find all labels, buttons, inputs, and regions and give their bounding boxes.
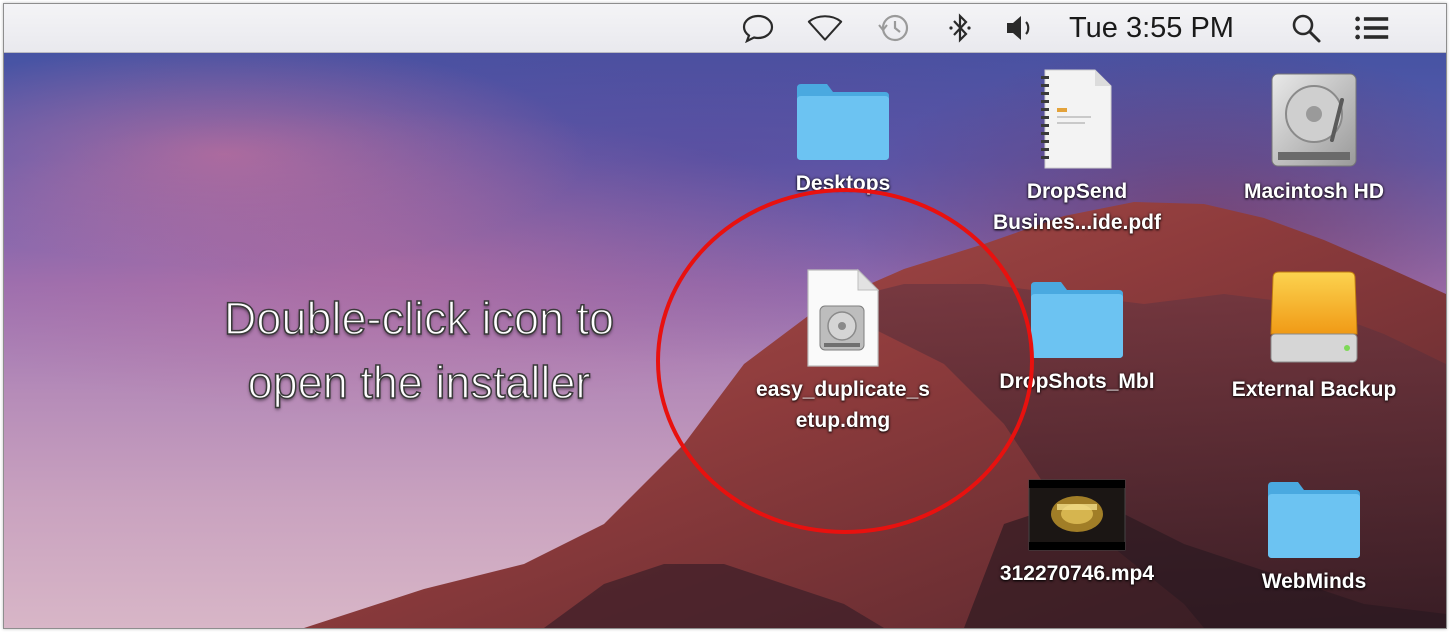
desktop-item-label: easy_duplicate_s etup.dmg bbox=[756, 378, 930, 432]
spotlight-search-icon[interactable] bbox=[1288, 10, 1324, 46]
external-drive-icon bbox=[1270, 271, 1358, 363]
desktop-item-label: DropSend Busines...ide.pdf bbox=[992, 180, 1162, 234]
desktop-item-video-mp4[interactable]: 312270746.mp4 bbox=[972, 478, 1182, 589]
desktop-item-webminds[interactable]: WebMinds bbox=[1209, 478, 1419, 597]
pdf-document-icon bbox=[1041, 69, 1112, 169]
desktop-item-macintosh-hd[interactable]: Macintosh HD bbox=[1209, 70, 1419, 207]
notification-center-icon[interactable] bbox=[1354, 10, 1390, 46]
desktop-item-label: 312270746.mp4 bbox=[999, 562, 1155, 585]
desktop-item-label: WebMinds bbox=[1261, 570, 1367, 593]
menu-bar-clock[interactable]: Tue 3:55 PM bbox=[1069, 11, 1234, 45]
video-thumbnail-icon bbox=[1028, 479, 1126, 551]
desktop-item-desktops[interactable]: Desktops bbox=[738, 80, 948, 199]
desktop-item-label: Macintosh HD bbox=[1243, 180, 1384, 203]
desktop-item-dropsend-pdf[interactable]: DropSend Busines...ide.pdf bbox=[972, 68, 1182, 238]
folder-icon bbox=[797, 84, 889, 160]
instruction-annotation: Double-click icon to open the installer bbox=[223, 292, 615, 409]
folder-icon bbox=[1268, 482, 1360, 558]
disk-image-icon bbox=[807, 268, 880, 367]
desktop-item-easy-duplicate-dmg[interactable]: easy_duplicate_s etup.dmg bbox=[738, 268, 948, 436]
desktop-item-label: Desktops bbox=[795, 172, 891, 195]
desktop-item-dropshots-mbl[interactable]: DropShots_Mbl bbox=[972, 278, 1182, 397]
hard-drive-icon bbox=[1271, 73, 1357, 167]
wifi-icon[interactable] bbox=[807, 10, 843, 46]
messages-icon[interactable] bbox=[740, 10, 776, 46]
desktop-item-external-backup[interactable]: External Backup bbox=[1209, 268, 1419, 405]
time-machine-icon[interactable] bbox=[876, 10, 912, 46]
folder-icon bbox=[1031, 282, 1123, 358]
bluetooth-icon[interactable] bbox=[942, 10, 978, 46]
desktop-item-label: External Backup bbox=[1231, 378, 1397, 401]
desktop-screen: Tue 3:55 PM Double-click icon to open th… bbox=[4, 4, 1446, 628]
volume-icon[interactable] bbox=[1002, 10, 1038, 46]
menu-bar: Tue 3:55 PM bbox=[4, 4, 1446, 53]
desktop-item-label: DropShots_Mbl bbox=[999, 370, 1155, 393]
